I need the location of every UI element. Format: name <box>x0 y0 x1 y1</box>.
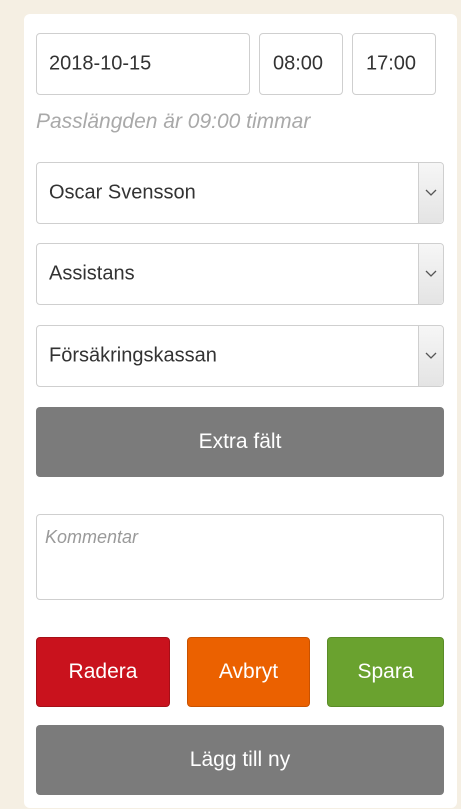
chevron-down-icon <box>425 270 437 277</box>
date-value: 2018-10-15 <box>49 52 152 75</box>
type-select[interactable]: Assistans <box>36 243 444 305</box>
chevron-down-icon <box>425 189 437 196</box>
end-time-value: 17:00 <box>366 52 417 75</box>
payer-select-caret[interactable] <box>418 326 443 386</box>
save-button[interactable]: Spara <box>327 637 444 707</box>
end-time-field[interactable]: 17:00 <box>352 33 436 95</box>
start-time-field[interactable]: 08:00 <box>259 33 343 95</box>
shift-duration-text: Passlängden är 09:00 timmar <box>36 110 311 133</box>
date-field[interactable]: 2018-10-15 <box>36 33 250 95</box>
person-select-value: Oscar Svensson <box>49 181 196 204</box>
chevron-down-icon <box>425 352 437 359</box>
add-new-button[interactable]: Lägg till ny <box>36 725 444 795</box>
payer-select-value: Försäkringskassan <box>49 344 217 367</box>
extra-fields-button[interactable]: Extra fält <box>36 407 444 477</box>
person-select-caret[interactable] <box>418 163 443 223</box>
type-select-caret[interactable] <box>418 244 443 304</box>
cancel-button[interactable]: Avbryt <box>187 637 310 707</box>
person-select[interactable]: Oscar Svensson <box>36 162 444 224</box>
delete-button[interactable]: Radera <box>36 637 170 707</box>
comment-placeholder: Kommentar <box>45 527 139 547</box>
type-select-value: Assistans <box>49 262 135 285</box>
payer-select[interactable]: Försäkringskassan <box>36 325 444 387</box>
start-time-value: 08:00 <box>273 52 324 75</box>
comment-field[interactable]: Kommentar <box>36 514 444 600</box>
